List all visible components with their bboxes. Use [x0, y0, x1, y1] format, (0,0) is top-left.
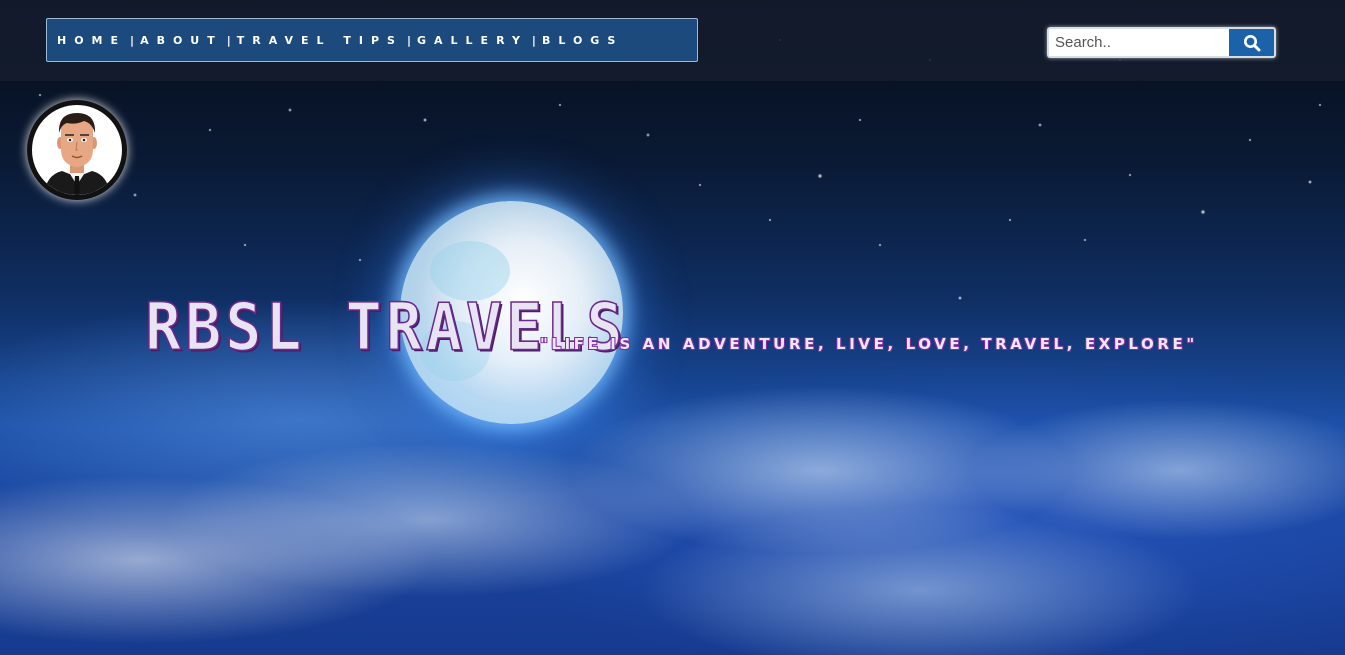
search-button[interactable] — [1229, 27, 1276, 58]
site-brand-title: RBSL TRAVELS — [144, 289, 627, 366]
avatar-man-icon — [44, 113, 110, 195]
site-tagline: "LIFE IS AN ADVENTURE, LIVE, LOVE, TRAVE… — [540, 335, 1198, 353]
main-nav: HOME | ABOUT | TRAVEL TIPS | GALLERY | B… — [46, 18, 698, 62]
search-form — [1047, 27, 1276, 58]
nav-blogs-link[interactable]: BLOGS — [542, 34, 623, 47]
nav-about-link[interactable]: ABOUT — [140, 34, 223, 47]
nav-travel-tips-link[interactable]: TRAVEL TIPS — [237, 34, 403, 47]
nav-separator: | — [130, 33, 135, 47]
search-input[interactable] — [1047, 27, 1229, 58]
avatar[interactable] — [27, 100, 127, 200]
nav-separator: | — [226, 33, 231, 47]
nav-separator: | — [406, 33, 411, 47]
nav-separator: | — [531, 33, 536, 47]
nav-home-link[interactable]: HOME — [57, 34, 126, 47]
nav-gallery-link[interactable]: GALLERY — [417, 34, 528, 47]
search-icon — [1243, 34, 1260, 51]
